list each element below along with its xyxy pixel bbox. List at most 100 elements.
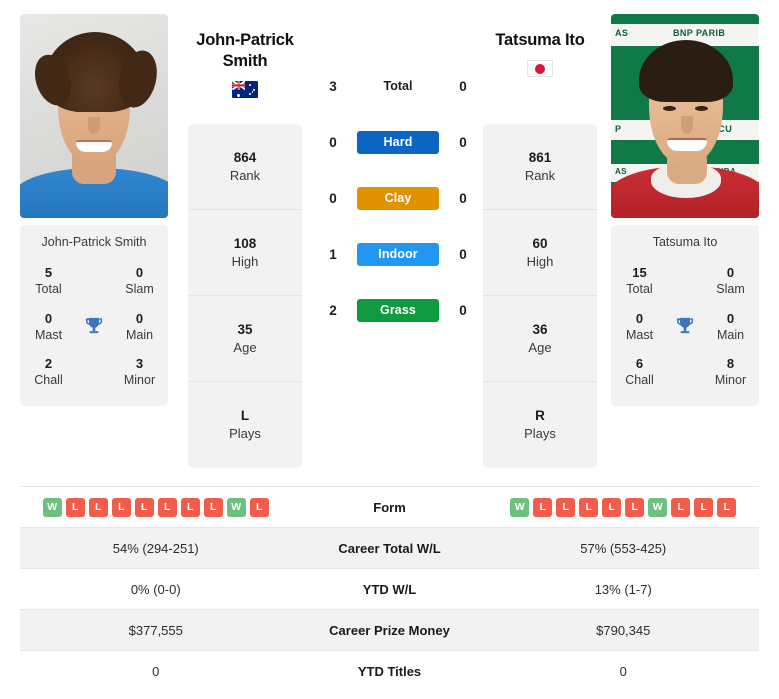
- h2h-left-count: 2: [329, 302, 337, 318]
- form-badge-loss[interactable]: L: [65, 497, 85, 517]
- h2h-label-wrap: Grass: [348, 298, 448, 322]
- titles-value: 0: [135, 310, 144, 326]
- titles-cell-minor: 3 Minor: [111, 356, 168, 389]
- titles-label: Chall: [625, 373, 654, 388]
- form-badge-loss[interactable]: L: [694, 497, 714, 517]
- info-card-plays: R Plays: [483, 382, 597, 468]
- h2h-left-count: 3: [329, 78, 337, 94]
- stat-row-label: Career Prize Money: [329, 622, 450, 638]
- trophy-icon: [77, 316, 111, 338]
- stat-row-label: Career Total W/L: [338, 540, 441, 556]
- form-badge-loss[interactable]: L: [111, 497, 131, 517]
- titles-label: Slam: [716, 282, 745, 297]
- h2h-label-wrap: Indoor: [348, 242, 448, 266]
- player-left-portrait: [20, 14, 168, 218]
- titles-value: 0: [635, 310, 644, 326]
- info-card-label: Rank: [524, 167, 556, 183]
- stat-cell-left: $377,555: [128, 622, 183, 638]
- form-badge-loss[interactable]: L: [249, 497, 269, 517]
- player-photo-right[interactable]: AS BNP PARIB P S CU AS RIBA: [611, 14, 759, 218]
- japan-flag-icon: [527, 60, 553, 78]
- titles-cell-main: 0 Main: [702, 311, 759, 344]
- form-badges-right: WLLLLLWLLL: [510, 497, 737, 517]
- stat-cell-left: 0: [152, 663, 160, 679]
- h2h-left-count: 0: [329, 134, 337, 150]
- h2h-right-count: 0: [459, 134, 467, 150]
- table-row: 54% (294-251) Career Total W/L 57% (553-42…: [20, 527, 759, 568]
- surface-pill-clay[interactable]: Clay: [357, 186, 439, 210]
- form-badge-loss[interactable]: L: [180, 497, 200, 517]
- titles-label: Chall: [34, 373, 63, 388]
- info-card-high: 60 High: [483, 210, 597, 296]
- player-left-info-cards: 864 Rank 108 High 35 Age L Plays: [188, 124, 302, 468]
- stat-cell-right: 0: [619, 663, 627, 679]
- stat-cell-right: 57% (553-425): [580, 540, 667, 556]
- form-badge-loss[interactable]: L: [579, 497, 599, 517]
- form-badge-win[interactable]: W: [42, 497, 62, 517]
- info-card-label: High: [231, 253, 259, 269]
- titles-label: Main: [716, 327, 745, 342]
- player-left-panel-name: John-Patrick Smith: [41, 235, 147, 249]
- form-badge-loss[interactable]: L: [134, 497, 154, 517]
- h2h-left-count: 0: [329, 190, 337, 206]
- form-badge-win[interactable]: W: [226, 497, 246, 517]
- titles-cell-slam: 0 Slam: [702, 265, 759, 298]
- surface-pill-hard[interactable]: Hard: [357, 130, 439, 154]
- h2h-right-count: 0: [459, 190, 467, 206]
- h2h-right-count: 0: [459, 246, 467, 262]
- titles-label: Mast: [34, 327, 63, 342]
- stat-cell-left: 54% (294-251): [112, 540, 199, 556]
- form-badge-loss[interactable]: L: [88, 497, 108, 517]
- surface-pill-indoor[interactable]: Indoor: [357, 242, 439, 266]
- player-photo-left[interactable]: [20, 14, 168, 218]
- h2h-row-grass: 2 Grass 0: [318, 282, 478, 338]
- titles-row: 2 Chall 3 Minor: [20, 350, 168, 396]
- table-row: W L L L L L L L W L Form W L L L L L W L L L: [20, 486, 759, 527]
- info-card-age: 36 Age: [483, 296, 597, 382]
- info-card-plays: L Plays: [188, 382, 302, 468]
- player-right-titles-panel: Tatsuma Ito 15 Total 0 Slam 0 Mast 0 Main 6 Chall…: [611, 225, 759, 406]
- player-right-portrait: AS BNP PARIB P S CU AS RIBA: [611, 14, 759, 218]
- player-left-titles-panel: John-Patrick Smith 5 Total 0 Slam 0 Mast 0 Main…: [20, 225, 168, 406]
- form-badge-win[interactable]: W: [510, 497, 530, 517]
- titles-row: 0 Mast 0 Main: [20, 305, 168, 351]
- titles-label: Minor: [714, 373, 747, 388]
- info-card-value: 60: [532, 235, 548, 251]
- titles-row: 0 Mast 0 Main: [611, 305, 759, 351]
- form-badge-loss[interactable]: L: [556, 497, 576, 517]
- form-badge-win[interactable]: W: [648, 497, 668, 517]
- stat-cell-right: WLLLLLWLLL: [488, 497, 760, 517]
- titles-value: 15: [632, 265, 647, 280]
- surface-pill-grass[interactable]: Grass: [357, 298, 439, 322]
- form-badge-loss[interactable]: L: [157, 497, 177, 517]
- form-badge-loss[interactable]: L: [625, 497, 645, 517]
- h2h-row-clay: 0 Clay 0: [318, 170, 478, 226]
- player-right-info-cards: 861 Rank 60 High 36 Age R Plays: [483, 124, 597, 468]
- form-badge-loss[interactable]: L: [602, 497, 622, 517]
- stat-row-label: YTD Titles: [357, 663, 422, 679]
- form-badge-loss[interactable]: L: [671, 497, 691, 517]
- h2h-row-total: 3 Total 0: [318, 58, 478, 114]
- form-badge-loss[interactable]: L: [717, 497, 737, 517]
- stat-row-label: Form: [373, 499, 406, 515]
- stat-cell-left: WLLLLLLLWL: [20, 497, 292, 517]
- info-card-high: 108 High: [188, 210, 302, 296]
- h2h-label-wrap: Clay: [348, 186, 448, 210]
- h2h-right-count: 0: [459, 302, 467, 318]
- titles-value: 0: [726, 265, 735, 280]
- info-card-value: 864: [233, 149, 257, 165]
- titles-label: Total: [35, 282, 62, 297]
- h2h-row-hard: 0 Hard 0: [318, 114, 478, 170]
- titles-label: Total: [626, 282, 653, 297]
- player-right-flag-wrap: [470, 60, 610, 78]
- info-card-value: 35: [237, 321, 253, 337]
- titles-cell-total: 5 Total: [20, 265, 77, 298]
- player-comparison-section: AS BNP PARIB P S CU AS RIBA John-Patrick…: [0, 0, 779, 478]
- h2h-left-count: 1: [329, 246, 337, 262]
- player-right-header: Tatsuma Ito: [470, 30, 610, 78]
- form-badge-loss[interactable]: L: [203, 497, 223, 517]
- titles-cell-chall: 6 Chall: [611, 356, 668, 389]
- info-card-label: Plays: [524, 426, 556, 442]
- form-badge-loss[interactable]: L: [533, 497, 553, 517]
- info-card-label: Plays: [229, 426, 261, 442]
